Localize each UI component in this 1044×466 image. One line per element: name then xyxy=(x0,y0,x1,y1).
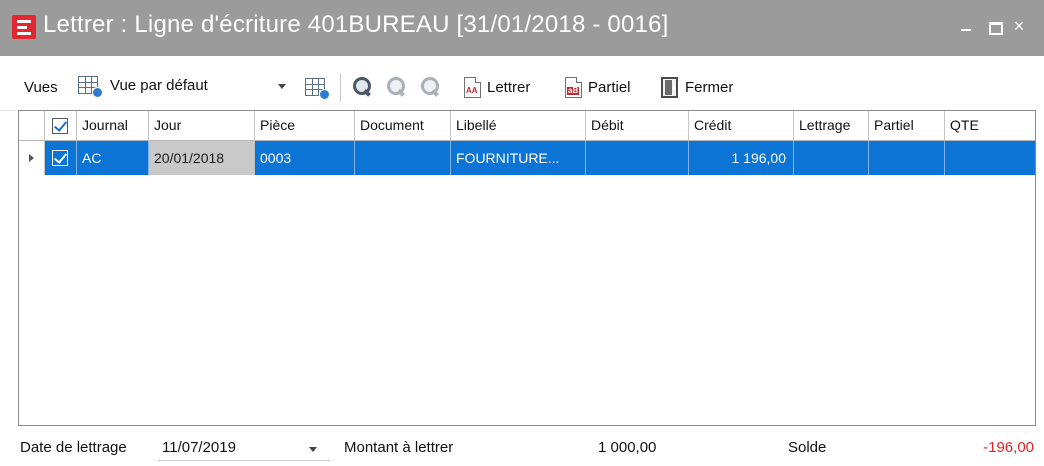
partiel-document-icon: aB xyxy=(565,76,582,98)
cell-libelle[interactable]: FOURNITURE... xyxy=(451,141,586,175)
column-header-journal[interactable]: Journal xyxy=(77,111,149,141)
lettrer-document-icon: AA xyxy=(464,76,481,98)
maximize-button[interactable] xyxy=(983,14,1007,38)
cell-credit[interactable]: 1 196,00 xyxy=(689,141,794,175)
footer-bar: Date de lettrage 11/07/2019 Montant à le… xyxy=(0,426,1044,466)
toolbar-separator xyxy=(340,73,341,101)
solde-label: Solde xyxy=(788,439,827,456)
search-next-button[interactable] xyxy=(420,75,442,99)
views-dropdown[interactable]: Vue par défaut xyxy=(78,74,292,100)
cell-partiel[interactable] xyxy=(869,141,945,175)
lettrer-button[interactable]: AA Lettrer xyxy=(464,75,530,99)
cell-jour[interactable]: 20/01/2018 xyxy=(149,141,255,175)
column-header-piece[interactable]: Pièce xyxy=(255,111,355,141)
cell-qte[interactable] xyxy=(945,141,1035,175)
lettrer-label: Lettrer xyxy=(487,78,531,96)
minimize-button[interactable] xyxy=(955,14,979,38)
partiel-label: Partiel xyxy=(588,78,631,96)
chevron-down-icon[interactable] xyxy=(278,84,286,89)
date-lettrage-picker[interactable]: 11/07/2019 xyxy=(158,435,330,461)
fermer-button[interactable]: Fermer xyxy=(661,75,733,99)
column-header-credit[interactable]: Crédit xyxy=(689,111,794,141)
toolbar: Vues Vue par défaut AA Lettrer aB Partie… xyxy=(0,56,1044,112)
row-checkbox[interactable] xyxy=(52,150,68,166)
window-title: Lettrer : Ligne d'écriture 401BUREAU [31… xyxy=(43,11,669,38)
column-header-document[interactable]: Document xyxy=(355,111,451,141)
column-header-debit[interactable]: Débit xyxy=(586,111,689,141)
date-lettrage-label: Date de lettrage xyxy=(20,439,127,456)
door-exit-icon xyxy=(661,76,678,98)
close-window-button[interactable]: × xyxy=(1007,14,1031,38)
entries-grid[interactable]: Journal Jour Pièce Document Libellé Débi… xyxy=(18,110,1036,426)
column-header-partiel[interactable]: Partiel xyxy=(869,111,945,141)
solde-value: -196,00 xyxy=(983,439,1034,456)
search-button[interactable] xyxy=(352,75,374,99)
date-lettrage-value: 11/07/2019 xyxy=(162,439,236,456)
view-grid-icon xyxy=(78,76,103,98)
cell-lettrage[interactable] xyxy=(794,141,869,175)
partiel-button[interactable]: aB Partiel xyxy=(565,75,631,99)
views-selected-value: Vue par défaut xyxy=(110,77,208,94)
column-header-qte[interactable]: QTE xyxy=(945,111,1035,141)
title-bar[interactable]: Lettrer : Ligne d'écriture 401BUREAU [31… xyxy=(0,0,1044,56)
column-header-libelle[interactable]: Libellé xyxy=(451,111,586,141)
row-select-cell[interactable] xyxy=(45,141,77,175)
customize-view-button[interactable] xyxy=(305,75,330,100)
column-header-lettrage[interactable]: Lettrage xyxy=(794,111,869,141)
cell-document[interactable] xyxy=(355,141,451,175)
search-previous-button[interactable] xyxy=(386,75,408,99)
search-icon xyxy=(352,76,374,98)
header-select-all[interactable] xyxy=(45,111,77,141)
app-icon[interactable] xyxy=(12,15,36,39)
row-pointer-icon xyxy=(19,141,45,175)
cell-journal[interactable]: AC xyxy=(77,141,149,175)
search-next-icon xyxy=(420,76,442,98)
grid-header: Journal Jour Pièce Document Libellé Débi… xyxy=(19,111,1035,141)
grid-settings-icon xyxy=(305,78,330,100)
montant-value: 1 000,00 xyxy=(598,439,657,456)
fermer-label: Fermer xyxy=(685,78,734,96)
cell-debit[interactable] xyxy=(586,141,689,175)
column-header-jour[interactable]: Jour xyxy=(149,111,255,141)
chevron-down-icon[interactable] xyxy=(309,447,317,452)
views-label: Vues xyxy=(24,78,58,96)
table-row[interactable]: AC 20/01/2018 0003 FOURNITURE... 1 196,0… xyxy=(19,141,1035,175)
select-all-checkbox[interactable] xyxy=(52,118,68,134)
search-previous-icon xyxy=(386,76,408,98)
montant-label: Montant à lettrer xyxy=(344,439,454,456)
header-row-indicator xyxy=(19,111,45,141)
cell-piece[interactable]: 0003 xyxy=(255,141,355,175)
